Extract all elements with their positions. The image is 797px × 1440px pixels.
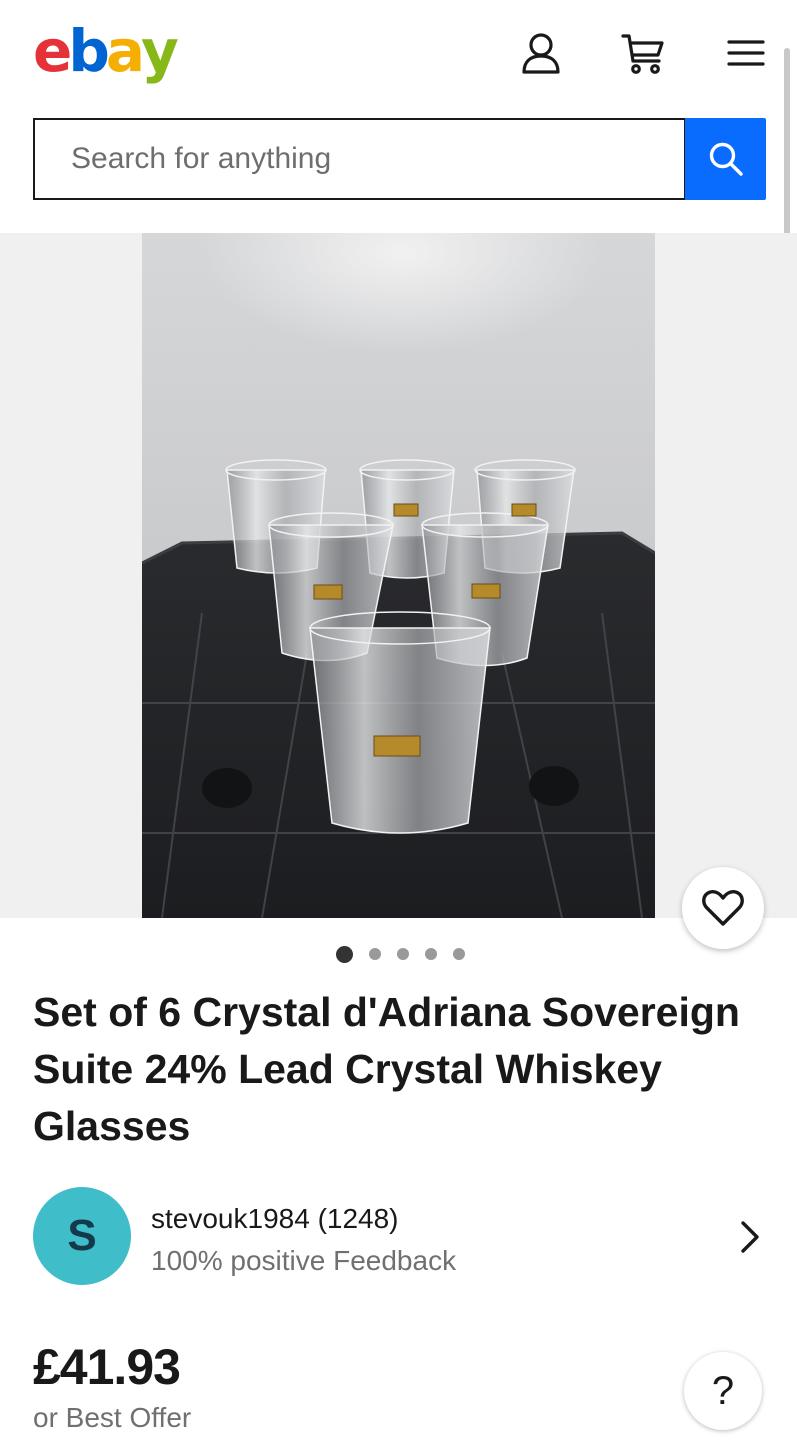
best-offer-label: or Best Offer — [33, 1402, 192, 1433]
product-photo[interactable] — [142, 233, 655, 918]
cart-icon[interactable] — [621, 30, 665, 76]
account-icon[interactable] — [519, 30, 563, 76]
seller-avatar: S — [33, 1187, 131, 1285]
ebay-listing-page: ebay Search for anything Set of 6 Crysta… — [0, 0, 797, 1440]
gallery-dot-3[interactable] — [397, 948, 409, 960]
logo-letter-b: b — [68, 17, 109, 85]
page-scrollbar[interactable] — [784, 48, 790, 261]
ebay-logo[interactable]: ebay — [33, 16, 179, 86]
help-button[interactable]: ? — [684, 1352, 762, 1430]
gallery-dot-2[interactable] — [369, 948, 381, 960]
gallery-dot-5[interactable] — [453, 948, 465, 960]
chevron-right-icon — [741, 1221, 759, 1253]
logo-letter-a: a — [105, 17, 145, 85]
gallery-pagination — [0, 946, 797, 963]
item-price: £41.93 — [33, 1339, 181, 1395]
listing-title: Set of 6 Crystal d'Adriana Sovereign Sui… — [33, 989, 740, 1149]
add-to-watchlist-button[interactable] — [682, 867, 764, 949]
seller-info[interactable]: S stevouk1984 (1248) 100% positive Feedb… — [33, 1187, 773, 1287]
seller-feedback: 100% positive Feedback — [151, 1245, 457, 1276]
logo-letter-e: e — [33, 17, 72, 85]
top-header: ebay — [0, 0, 797, 261]
logo-letter-y: y — [141, 17, 179, 85]
seller-name: stevouk1984 (1248) — [151, 1203, 399, 1234]
search-button[interactable] — [685, 118, 766, 200]
whiskey-glasses-photo — [142, 233, 655, 918]
gallery-dot-1[interactable] — [336, 946, 353, 963]
gallery-dot-4[interactable] — [425, 948, 437, 960]
search-icon — [709, 142, 743, 176]
menu-icon[interactable] — [724, 30, 768, 76]
heart-icon — [702, 890, 744, 926]
search-input[interactable] — [71, 142, 684, 176]
image-gallery[interactable] — [0, 233, 797, 918]
search-field[interactable] — [33, 118, 686, 200]
